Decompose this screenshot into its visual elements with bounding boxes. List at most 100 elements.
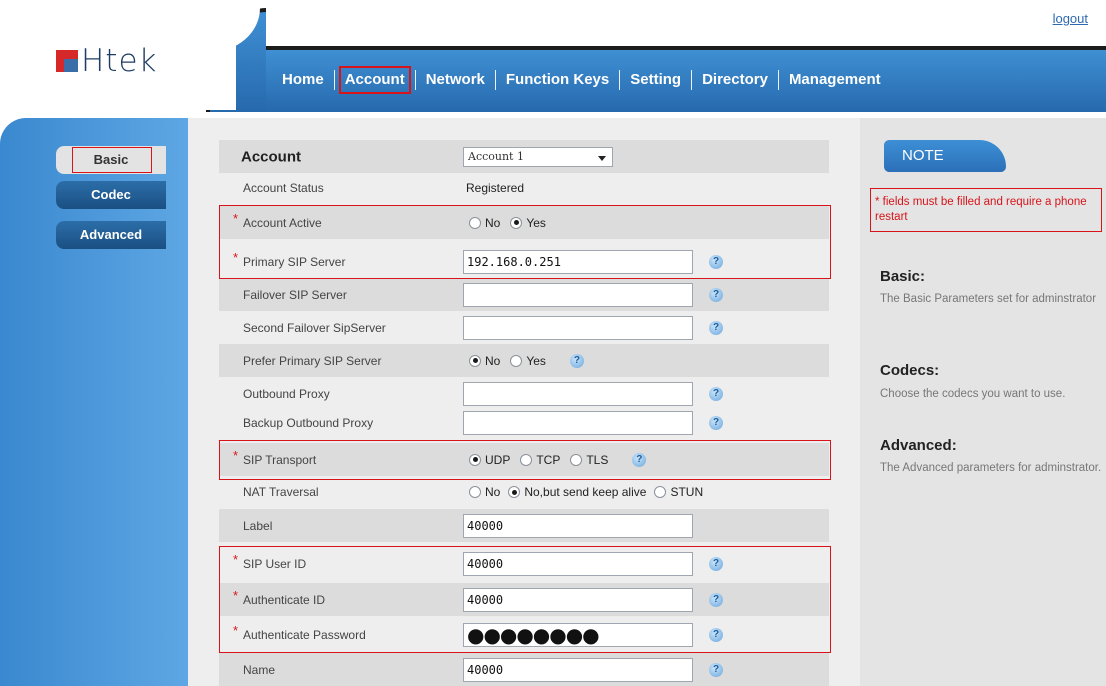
row-sip-transport: * SIP Transport UDP TCP TLS ? [219,443,829,476]
prefer-primary-radios: No Yes ? [469,353,584,368]
radio-yes[interactable]: Yes [510,216,546,230]
radio-label: Yes [526,353,546,368]
nav-network[interactable]: Network [416,62,495,98]
field-label: Authenticate ID [243,592,326,607]
row-account-active: * Account Active No Yes [219,206,829,239]
radio-label: No [485,215,501,230]
row-account-status: Account Status Registered [219,173,829,203]
row-second-failover: Second Failover SipServer ? [219,311,829,344]
radio-no[interactable]: No [469,485,500,499]
help-icon[interactable]: ? [709,416,723,430]
radio-udp[interactable]: UDP [469,453,510,467]
sidebar-item-codec[interactable]: Codec [56,181,166,209]
sidebar-item-basic[interactable]: Basic [56,146,166,174]
nav-directory[interactable]: Directory [692,62,778,98]
radio-dot[interactable] [469,216,481,229]
row-authenticate-password: * Authenticate Password ●●●●●●●● ? [219,618,829,651]
logout-link[interactable]: logout [1053,11,1088,26]
radio-dot[interactable] [654,486,667,498]
radio-label: No,but send keep alive [524,485,647,499]
help-icon[interactable]: ? [569,353,584,368]
account-status-value: Registered [466,181,525,195]
account-select-value: Account 1 [468,149,524,163]
radio-label: No [485,353,501,368]
outbound-proxy-input[interactable] [463,381,693,406]
field-label: Account Active [243,215,322,230]
note-section-title: Basic: [880,268,926,285]
authenticate-id-input[interactable]: 40000 [463,587,693,612]
help-icon[interactable]: ? [709,287,723,302]
radio-dot[interactable] [508,486,521,498]
required-marker: * [233,623,239,638]
radio-keep-alive[interactable]: No,but send keep alive [508,485,646,499]
field-label: Account Status [243,181,324,195]
sidebar-item-advanced[interactable]: Advanced [56,221,166,249]
radio-tls[interactable]: TLS [570,453,608,467]
radio-dot[interactable] [520,453,533,466]
help-icon[interactable]: ? [632,452,647,467]
help-icon[interactable]: ? [709,592,723,607]
sip-user-id-input[interactable]: 40000 [463,551,693,576]
radio-dot[interactable] [510,354,523,367]
account-basic-form: Account Account 1 Account Status Registe… [188,118,860,686]
logo[interactable]: Htek [56,46,158,77]
radio-tcp[interactable]: TCP [520,453,560,467]
radio-dot[interactable] [469,354,481,367]
required-marker: * [233,211,239,226]
note-section-title: Codecs: [880,362,940,379]
account-select[interactable]: Account 1 [463,146,613,167]
sidebar: Basic Codec Advanced [0,118,188,686]
nat-traversal-radios: No No,but send keep alive STUN [469,485,703,499]
row-sip-user-id: * SIP User ID 40000 ? [219,547,829,580]
required-fields-note: * fields must be filled and require a ph… [870,188,1102,232]
radio-label: No [485,485,501,499]
logo-mark-icon [56,50,78,72]
nav-home[interactable]: Home [272,62,334,98]
field-label: Prefer Primary SIP Server [243,353,382,368]
help-icon[interactable]: ? [709,627,723,642]
row-name: Name 40000 ? [219,653,829,686]
radio-dot[interactable] [570,453,583,466]
failover-sip-server-input[interactable] [463,282,693,307]
primary-sip-server-input[interactable]: 192.168.0.251 [463,249,693,274]
nav-setting[interactable]: Setting [620,62,691,98]
radio-stun[interactable]: STUN [654,485,703,499]
logo-area: Htek [8,12,236,110]
row-prefer-primary: Prefer Primary SIP Server No Yes ? [219,344,829,377]
row-label: Label 40000 [219,509,829,542]
radio-yes[interactable]: Yes [510,354,546,368]
help-icon[interactable]: ? [709,386,723,401]
radio-dot[interactable] [510,216,523,229]
radio-dot[interactable] [469,486,481,498]
active-highlight [72,147,152,173]
authenticate-password-input[interactable]: ●●●●●●●● [463,622,693,647]
field-label: SIP Transport [243,452,317,467]
sidebar-item-label: Codec [91,187,131,202]
required-marker: * [233,552,239,567]
radio-no[interactable]: No [469,216,500,230]
sip-transport-radios: UDP TCP TLS ? [469,452,647,467]
row-account: Account Account 1 [219,140,829,173]
chevron-down-icon [598,155,606,161]
field-label: Primary SIP Server [243,254,346,269]
backup-outbound-proxy-input[interactable] [463,411,693,435]
account-active-radios: No Yes [469,216,546,230]
help-icon[interactable]: ? [709,662,723,677]
radio-dot[interactable] [469,453,481,466]
field-label: Second Failover SipServer [243,320,386,335]
field-label: Failover SIP Server [243,287,347,302]
label-input[interactable]: 40000 [463,513,693,538]
help-icon[interactable]: ? [709,320,723,335]
nav-account[interactable]: Account [335,62,415,98]
radio-label: UDP [485,452,511,467]
field-label: NAT Traversal [243,485,319,499]
help-icon[interactable]: ? [709,556,723,571]
radio-no[interactable]: No [469,354,500,368]
help-icon[interactable]: ? [709,254,723,269]
field-label: SIP User ID [243,556,307,571]
name-input[interactable]: 40000 [463,657,693,682]
nav-management[interactable]: Management [779,62,891,98]
nav-function-keys[interactable]: Function Keys [496,62,619,98]
second-failover-input[interactable] [463,315,693,340]
main-nav: Home Account Network Function Keys Setti… [272,62,891,98]
